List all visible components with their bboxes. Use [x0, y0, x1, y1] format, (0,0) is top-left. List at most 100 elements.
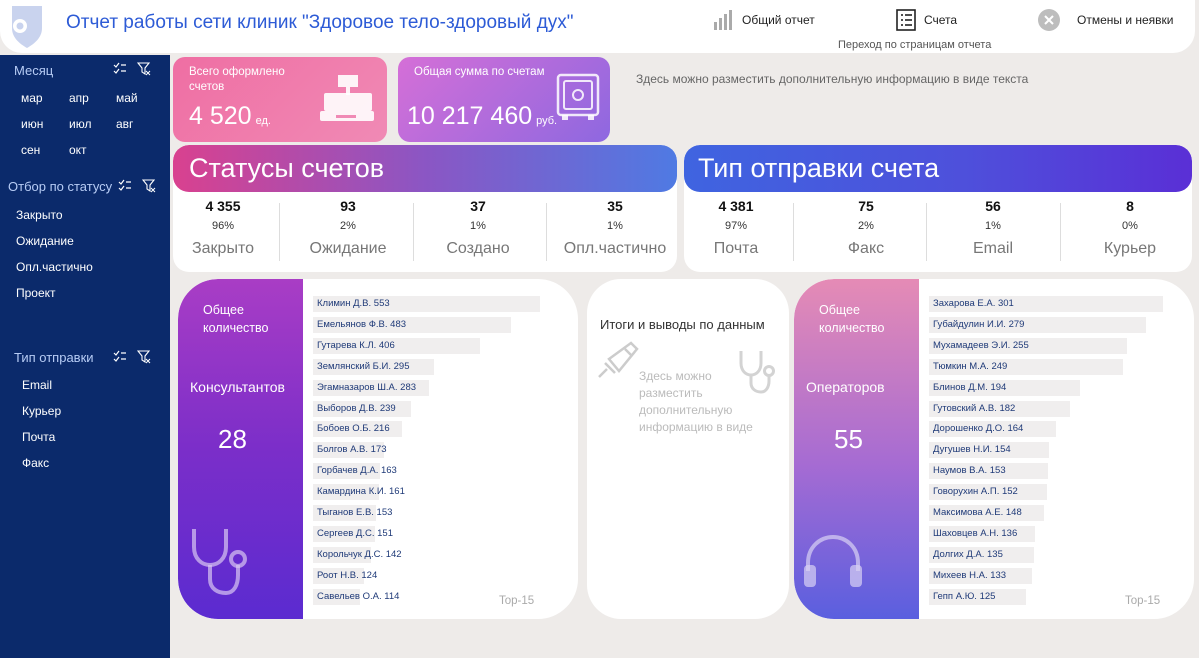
consultant-bar-label: Роот Н.В. 124: [317, 569, 378, 581]
operator-bar-label: Блинов Д.М. 194: [933, 381, 1007, 393]
operator-bar-label: Гепп А.Ю. 125: [933, 590, 996, 602]
stethoscope-icon: [192, 529, 247, 596]
nav-general-report[interactable]: Общий отчет: [712, 8, 815, 32]
month-jun[interactable]: июн: [21, 117, 43, 131]
operator-bar-label: Шаховцев А.Н. 136: [933, 527, 1018, 539]
status-waiting[interactable]: Ожидание: [16, 234, 74, 248]
month-may[interactable]: май: [116, 91, 138, 105]
status-closed-pct: 96%: [211, 220, 235, 232]
status-partially-paid[interactable]: Опл.частично: [16, 260, 93, 274]
send-email-cell: 56 1% Email: [938, 195, 1048, 258]
operator-bar-label: Губайдулин И.И. 279: [933, 318, 1025, 330]
operator-bar-label: Мухамадеев Э.И. 255: [933, 339, 1029, 351]
status-closed-label: Закрыто: [191, 240, 254, 257]
multiselect-icon[interactable]: [118, 179, 132, 193]
send-courier[interactable]: Курьер: [22, 404, 61, 418]
month-apr[interactable]: апр: [69, 91, 89, 105]
send-type-panel: Тип отправки счета 4 381 97% Почта 75 2%…: [684, 145, 1192, 272]
clear-filter-icon[interactable]: [142, 179, 156, 193]
clear-filter-icon[interactable]: [137, 62, 151, 76]
multiselect-icon[interactable]: [113, 350, 127, 364]
send-type-title: Тип отправки счета: [684, 145, 1192, 192]
status-partial-value: 35: [607, 198, 623, 214]
nav-general-report-label: Общий отчет: [742, 13, 815, 27]
status-waiting-label: Ожидание: [309, 240, 387, 257]
consultant-bar-label: Гутарева К.Л. 406: [317, 339, 395, 351]
safe-icon: [556, 73, 600, 120]
nav-invoices[interactable]: Счета: [894, 8, 957, 32]
send-courier-pct: 0%: [1122, 220, 1138, 232]
month-filter-title: Месяц: [14, 63, 54, 78]
status-partial-pct: 1%: [607, 220, 623, 232]
invoice-status-panel: Статусы счетов 4 355 96% Закрыто 93 2% О…: [173, 145, 677, 272]
send-email[interactable]: Email: [22, 378, 52, 392]
info-text: Здесь можно разместить дополнительную ин…: [636, 72, 1029, 86]
nav-cancellations-label: Отмены и неявки: [1077, 13, 1174, 27]
send-post-value: 4 381: [718, 198, 754, 214]
consultants-top15: Top-15: [499, 595, 535, 607]
chart-icon: [714, 10, 732, 30]
send-post-label: Почта: [713, 240, 759, 257]
operator-bar-label: Дорошенко Д.О. 164: [933, 423, 1024, 435]
consultant-bar-label: Емельянов Ф.В. 483: [317, 318, 407, 330]
month-aug[interactable]: авг: [116, 117, 133, 131]
send-fax-cell: 75 2% Факс: [812, 195, 920, 258]
status-created-label: Создано: [446, 240, 510, 257]
consultant-bar-label: Выборов Д.В. 239: [317, 402, 396, 414]
kpi-invoices-label: Всего оформлено счетов: [189, 66, 285, 93]
operator-bar-label: Захарова Е.А. 301: [933, 298, 1014, 309]
status-partial-label: Опл.частично: [563, 240, 667, 257]
operators-label: Общее количество: [819, 303, 885, 335]
close-circle-icon: [1038, 9, 1060, 31]
status-partial-cell: 35 1% Опл.частично: [553, 195, 677, 258]
send-courier-cell: 8 0% Курьер: [1076, 195, 1184, 258]
operators-card: Общее количество Операторов 55 Захарова …: [794, 279, 1194, 619]
month-oct[interactable]: окт: [69, 143, 87, 157]
send-email-value: 56: [985, 198, 1001, 214]
send-email-pct: 1%: [985, 220, 1001, 232]
consultant-bar-label: Болгов А.В. 173: [317, 444, 387, 456]
consultant-bar-label: Землянский Б.И. 295: [317, 360, 410, 372]
send-courier-label: Курьер: [1103, 240, 1157, 257]
syringe-icon: [598, 341, 639, 378]
send-fax-label: Факс: [847, 240, 885, 257]
shield-logo-icon: [12, 6, 42, 48]
send-post-pct: 97%: [724, 220, 748, 232]
summary-card: Итоги и выводы по данным Здесь можно раз…: [587, 279, 789, 619]
status-created-pct: 1%: [470, 220, 486, 232]
clear-filter-icon[interactable]: [137, 350, 151, 364]
multiselect-icon[interactable]: [113, 62, 127, 76]
consultant-bar-label: Горбачев Д.А. 163: [317, 465, 397, 477]
cash-register-icon: [320, 75, 374, 121]
operator-bar-label: Дугушев Н.И. 154: [933, 444, 1011, 456]
send-post[interactable]: Почта: [22, 430, 55, 444]
status-waiting-pct: 2%: [340, 220, 356, 232]
status-filter-title: Отбор по статусу: [8, 179, 113, 194]
kpi-invoices-card: Всего оформлено счетов 4 520 ед.: [173, 57, 387, 142]
operator-bar-label: Наумов В.А. 153: [933, 465, 1006, 477]
status-draft[interactable]: Проект: [16, 286, 56, 300]
send-filter-title: Тип отправки: [14, 350, 94, 365]
kpi-invoices-value: 4 520: [189, 102, 252, 130]
summary-text: Здесь можно разместить дополнительную ин…: [639, 369, 753, 434]
consultants-count: 28: [218, 424, 247, 454]
status-waiting-cell: 93 2% Ожидание: [291, 195, 405, 258]
consultant-bar-label: Тыганов Е.В. 153: [317, 507, 393, 518]
invoice-status-title: Статусы счетов: [173, 145, 677, 192]
nav-hint: Переход по страницам отчета: [838, 39, 992, 51]
month-sep[interactable]: сен: [21, 143, 40, 157]
operator-bar-label: Тюмкин М.А. 249: [933, 360, 1008, 372]
summary-title: Итоги и выводы по данным: [600, 317, 765, 332]
operator-bar-label: Максимова А.Е. 148: [933, 507, 1022, 518]
nav-cancellations[interactable]: Отмены и неявки: [1037, 8, 1174, 32]
sidebar: Месяц мар апр май июн июл авг сен окт От…: [0, 55, 170, 658]
consultant-bar-label: Камардина К.И. 161: [317, 486, 405, 498]
status-closed[interactable]: Закрыто: [16, 208, 63, 222]
page-title: Отчет работы сети клиник "Здоровое тело-…: [66, 12, 574, 33]
consultant-bar-label: Бобоев О.Б. 216: [317, 423, 390, 435]
operator-bar-label: Говорухин А.П. 152: [933, 486, 1018, 498]
send-fax-value: 75: [858, 198, 874, 214]
month-mar[interactable]: мар: [21, 91, 43, 105]
send-fax[interactable]: Факс: [22, 456, 49, 470]
month-jul[interactable]: июл: [69, 117, 91, 131]
